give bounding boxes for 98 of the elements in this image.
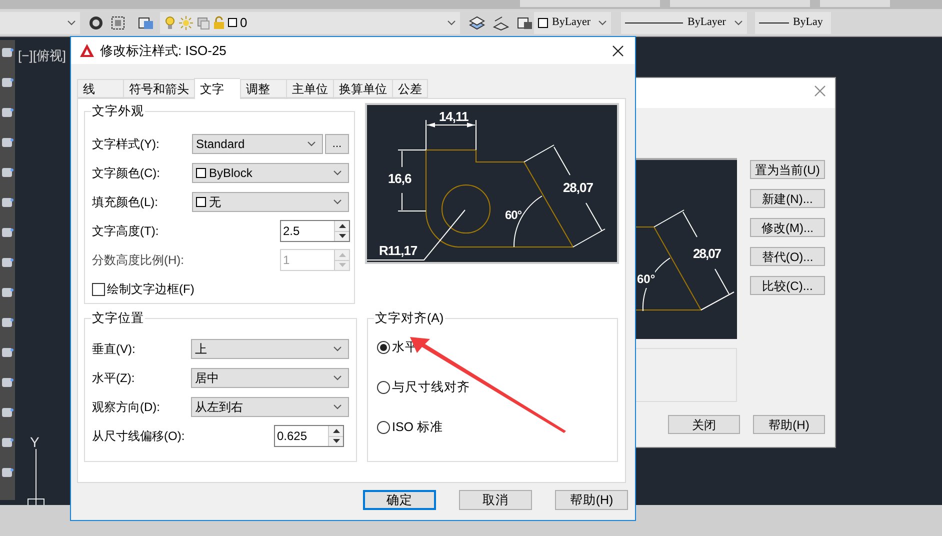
layer-match-icon [492,14,510,30]
field-label: 观察方向(D): [92,399,161,416]
tab[interactable]: 调整 [240,79,286,98]
color-swatch-icon [538,18,548,28]
dimension-label: 28,07 [562,181,593,194]
browse-button[interactable]: ... [325,134,349,154]
dropdown[interactable]: ByLayer [621,12,747,34]
number-field[interactable]: 0.625 [274,425,344,447]
gear-icon [88,14,104,30]
number-field[interactable]: 2.5 [280,220,350,242]
chevron-down-icon [333,170,342,176]
field-label: 分数高度比例(H): [92,252,185,269]
app-logo-icon [80,44,94,57]
spin-down-button[interactable] [329,436,343,446]
group-title: 文字位置 [91,310,145,326]
tab[interactable]: 公差 [392,79,428,98]
group-title: 文字外观 [91,103,145,119]
chevron-down-icon [67,20,76,26]
dialog-button[interactable]: 确定 [363,490,436,510]
dimension-label: 16,6 [388,172,412,185]
dialog-button[interactable]: 置为当前(U) [750,160,825,179]
field-label: 从尺寸线偏移(O): [92,428,186,445]
close-icon [814,85,826,97]
checkbox[interactable] [92,282,105,296]
radio-button[interactable] [377,380,390,394]
close-button[interactable] [611,44,625,58]
triangle-up-icon [338,224,346,228]
color-swatch-icon [228,18,237,27]
chevron-down-icon [333,346,342,352]
field-label: 文字样式(Y): [92,136,160,153]
dialog-button[interactable]: 关闭 [668,415,740,434]
line-sample-icon [625,20,684,24]
chevron-down-icon [333,375,342,381]
dropdown[interactable]: 从左到右 [191,397,349,417]
dialog-button[interactable]: 帮助(H) [555,490,628,510]
field-label: 文字颜色(C): [92,165,161,182]
chevron-down-icon [307,141,316,147]
lock-icon [213,16,225,30]
checkbox-label: 绘制文字边框(F) [107,281,194,298]
tab[interactable]: 符号和箭头 [123,79,194,98]
dialog-button[interactable]: 修改(M)... [750,218,825,237]
close-icon [612,44,624,56]
window-title: 修改标注样式: ISO-25 [100,42,228,60]
triangle-up-icon [332,428,340,433]
layer-states-icon [138,14,154,30]
radio-button[interactable] [377,340,390,354]
layer-dropdown[interactable]: 0 [160,12,460,34]
layer-copy-icon [516,14,534,30]
dropdown[interactable]: 上 [191,339,349,359]
dropdown[interactable]: 无 [192,192,349,212]
triangle-down-icon [338,234,346,238]
tab[interactable]: 文字 [194,78,240,99]
dialog-button[interactable]: 帮助(H) [753,415,825,434]
tab[interactable]: 换算单位 [333,79,392,98]
line-sample-icon [758,20,789,24]
viewport-label[interactable]: [−][俯视] [18,46,66,66]
field-label: 文字高度(T): [92,223,160,240]
dialog-button[interactable]: 取消 [459,490,532,510]
triangle-down-icon [338,263,346,268]
dropdown[interactable]: ByLay [754,12,831,34]
dialog-button[interactable]: 比较(C)... [750,276,825,295]
field-label: 填充颜色(L): [92,194,159,211]
radio-label: 与尺寸线对齐 [392,378,470,396]
dimension-label: R11,17 [378,244,418,257]
spin-up-button[interactable] [335,221,349,230]
chevron-down-icon [598,20,608,26]
field-label: 垂直(V): [92,341,136,358]
chevron-down-icon [333,199,342,205]
tab[interactable]: 线 [77,79,123,98]
triangle-down-icon [332,439,340,444]
chevron-down-icon [333,404,342,410]
layer-frame-icon [110,14,126,30]
dialog-button[interactable]: 替代(O)... [750,247,825,266]
dimension-label: 14,11 [438,110,468,123]
dimension-label: 60° [637,270,656,288]
dropdown[interactable]: Standard [192,134,323,154]
sun-icon [179,16,193,30]
axis-label: Y [30,433,40,452]
dropdown[interactable]: 居中 [191,368,349,388]
triangle-up-icon [338,252,346,257]
layer-name: 0 [240,14,248,32]
spin-down-button[interactable] [335,230,349,241]
dimension-label: 60° [504,209,522,221]
chevron-down-icon [734,20,743,26]
radio-button[interactable] [377,420,390,434]
dropdown[interactable]: ByBlock [192,163,349,183]
layers-icon [468,14,486,30]
group-title: 文字对齐(A) [374,310,445,326]
chevron-down-icon [447,20,456,26]
light-bulb-icon [164,16,176,30]
dimension-label: 28,07 [693,245,721,263]
tab[interactable]: 主单位 [286,79,333,98]
field-label: 水平(Z): [92,370,136,387]
dropdown[interactable]: ByLayer [534,12,612,34]
dialog-button[interactable]: 新建(N)... [750,189,825,208]
radio-label: ISO 标准 [392,418,444,436]
spin-up-button[interactable] [329,426,343,436]
viewport-icon [196,16,210,30]
